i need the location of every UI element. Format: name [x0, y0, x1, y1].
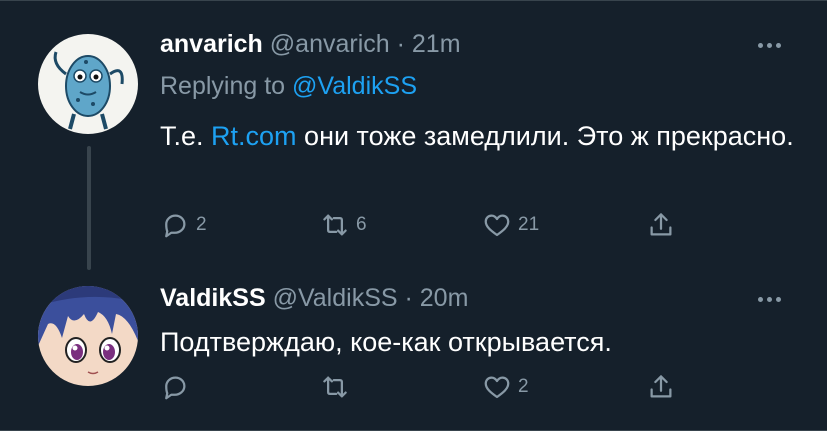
tweet-header: ValdikSS @ValdikSS · 20m	[160, 284, 468, 313]
user-handle[interactable]: @ValdikSS	[273, 284, 398, 312]
like-button[interactable]: 2	[482, 370, 529, 404]
share-button[interactable]	[646, 370, 676, 404]
replying-to-handle[interactable]: @ValdikSS	[292, 72, 417, 100]
reply-button[interactable]	[160, 370, 196, 404]
timestamp[interactable]: 21m	[412, 30, 461, 58]
share-icon	[650, 375, 672, 398]
reply-icon	[165, 214, 186, 238]
reply-icon	[165, 376, 186, 400]
replying-to-label: Replying to	[160, 72, 286, 100]
retweet-button[interactable]	[320, 370, 356, 404]
more-options-icon[interactable]	[752, 38, 786, 52]
anime-girl-avatar-icon	[38, 286, 138, 386]
retweet-icon	[323, 376, 347, 398]
retweet-count: 6	[356, 214, 367, 235]
tweet-anvarich[interactable]: anvarich @anvarich · 21m Replying to @Va…	[0, 0, 827, 280]
separator: ·	[396, 30, 405, 58]
avatar[interactable]	[38, 34, 138, 134]
timestamp[interactable]: 20m	[420, 284, 469, 312]
reply-button[interactable]: 2	[160, 208, 207, 242]
share-icon	[650, 213, 672, 236]
like-count: 2	[518, 376, 529, 397]
display-name[interactable]: anvarich	[160, 30, 263, 58]
share-button[interactable]	[646, 208, 676, 242]
thread-connector-line	[87, 146, 91, 270]
display-name[interactable]: ValdikSS	[160, 284, 266, 312]
tweet-header: anvarich @anvarich · 21m	[160, 30, 461, 59]
tweet-link[interactable]: Rt.com	[211, 121, 297, 151]
avatar[interactable]	[38, 286, 138, 386]
tweet-valdikss[interactable]: ValdikSS @ValdikSS · 20m Подтверждаю, ко…	[0, 280, 827, 430]
blue-creature-avatar-icon	[38, 34, 138, 134]
heart-icon	[484, 214, 510, 237]
separator: ·	[404, 284, 413, 312]
heart-icon	[484, 376, 510, 399]
retweet-icon	[323, 214, 347, 236]
retweet-button[interactable]: 6	[320, 208, 367, 242]
replying-to: Replying to @ValdikSS	[160, 72, 417, 101]
tweet-actions: 2	[160, 370, 720, 404]
more-options-icon[interactable]	[752, 292, 786, 306]
user-handle[interactable]: @anvarich	[270, 30, 390, 58]
tweet-text: Подтверждаю, кое-как открывается.	[160, 327, 612, 357]
tweet-text-end: они тоже замедлили. Это ж прекрасно.	[296, 121, 794, 151]
tweet-text-start: Т.е.	[160, 121, 212, 151]
tweet-actions: 2 6 21	[160, 208, 720, 242]
like-count: 21	[518, 214, 540, 235]
reply-count: 2	[196, 214, 207, 235]
like-button[interactable]: 21	[482, 208, 539, 242]
tweet-text: Т.е. Rt.com они тоже замедлили. Это ж пр…	[160, 116, 800, 156]
